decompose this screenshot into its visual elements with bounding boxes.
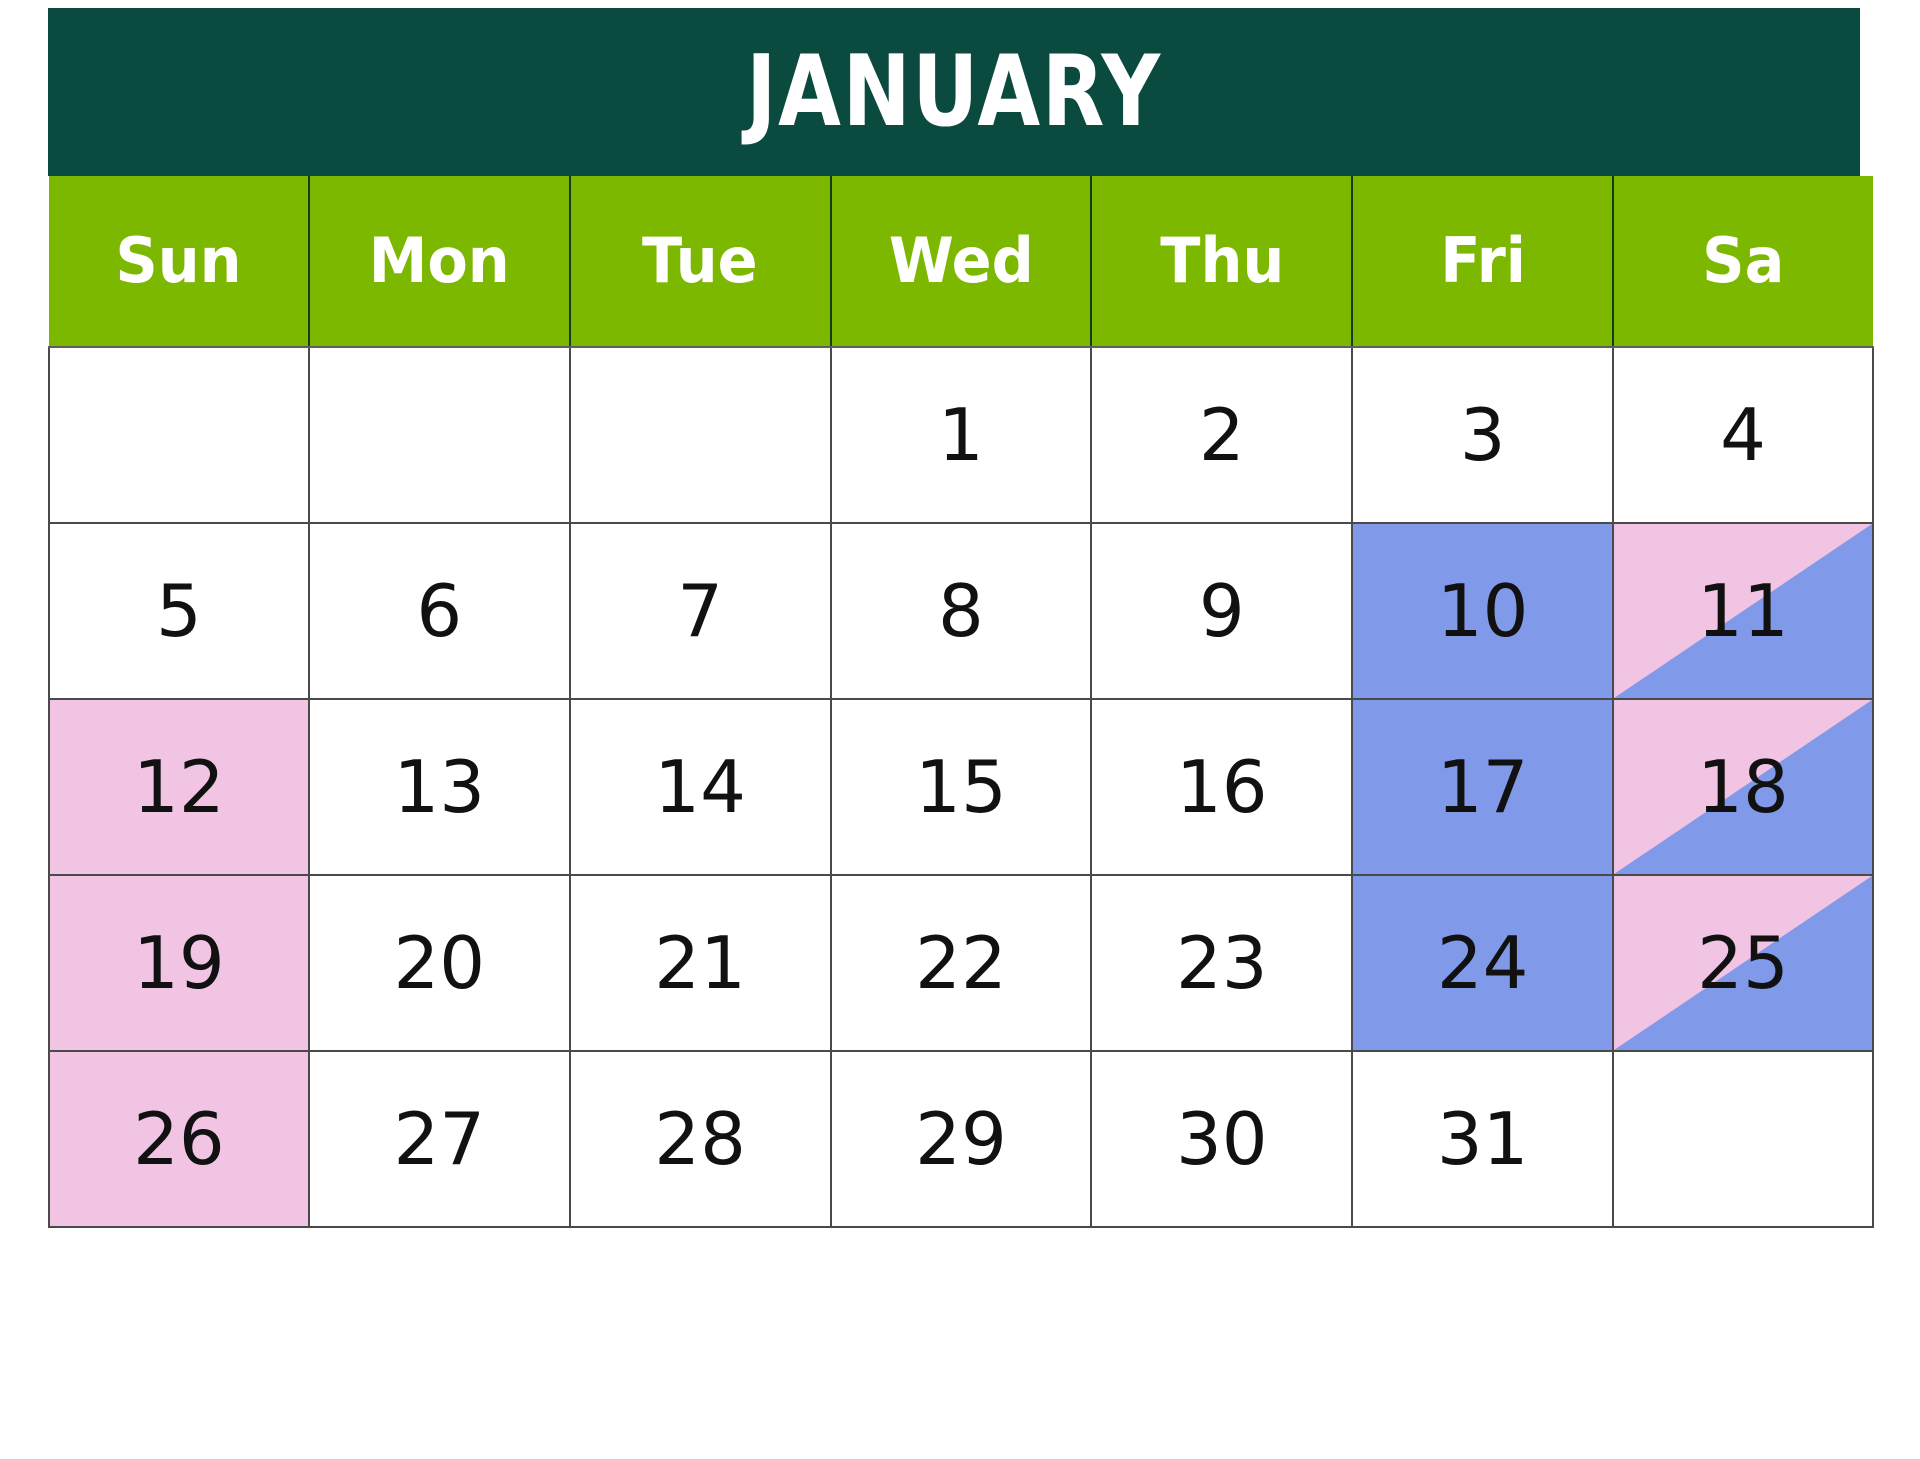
weekday-header-thu: Thu	[1090, 176, 1354, 348]
calendar-day-cell[interactable]: 14	[568, 698, 832, 876]
day-number: 18	[1697, 745, 1789, 829]
day-number: 17	[1436, 745, 1529, 829]
weekday-label: Tue	[642, 224, 758, 297]
day-number: 21	[654, 921, 746, 1005]
weekday-label: Sa	[1702, 224, 1785, 297]
weekday-header-mon: Mon	[307, 176, 571, 348]
weekday-header-sun: Sun	[49, 176, 310, 348]
calendar-day-cell[interactable]: 7	[568, 522, 832, 700]
calendar-day-cell[interactable]: 4	[1612, 346, 1874, 524]
calendar-day-cell[interactable]: 10	[1351, 522, 1615, 700]
day-number: 24	[1436, 921, 1529, 1005]
day-number: 31	[1436, 1097, 1529, 1181]
calendar-week-row: 26 27 28 29 30 31	[48, 1050, 1874, 1228]
weekday-label: Fri	[1439, 224, 1526, 297]
calendar-empty-cell	[568, 346, 832, 524]
calendar-day-cell[interactable]: 25	[1612, 874, 1874, 1052]
calendar-grid: Sun Mon Tue Wed Thu Fri Sa 1 2 3 4 5 6 7 8 9 10 11…	[48, 176, 1874, 1228]
day-number: 26	[133, 1097, 225, 1181]
calendar-day-cell[interactable]: 3	[1351, 346, 1615, 524]
weekday-header-fri: Fri	[1351, 176, 1615, 348]
weekday-header-row: Sun Mon Tue Wed Thu Fri Sa	[49, 176, 1873, 348]
day-number: 14	[654, 745, 746, 829]
calendar-empty-cell	[307, 346, 571, 524]
calendar-empty-cell	[48, 346, 310, 524]
calendar-day-cell[interactable]: 20	[307, 874, 571, 1052]
calendar-day-cell[interactable]: 24	[1351, 874, 1615, 1052]
day-number: 20	[393, 921, 486, 1005]
day-number: 9	[1198, 569, 1245, 653]
calendar-week-row: 5 6 7 8 9 10 11	[48, 522, 1874, 700]
weekday-header-wed: Wed	[829, 176, 1093, 348]
day-number: 28	[654, 1097, 746, 1181]
day-number: 11	[1697, 569, 1789, 653]
calendar-week-row: 12 13 14 15 16 17 18	[48, 698, 1874, 876]
calendar-day-cell[interactable]: 13	[307, 698, 571, 876]
calendar-day-cell[interactable]: 5	[48, 522, 310, 700]
day-number: 25	[1697, 921, 1789, 1005]
day-number: 2	[1198, 393, 1245, 477]
calendar-day-cell[interactable]: 18	[1612, 698, 1874, 876]
day-number: 10	[1436, 569, 1529, 653]
calendar-day-cell[interactable]: 6	[307, 522, 571, 700]
calendar-day-cell[interactable]: 8	[829, 522, 1093, 700]
calendar-day-cell[interactable]: 21	[568, 874, 832, 1052]
day-number: 4	[1720, 393, 1766, 477]
calendar-day-cell[interactable]: 2	[1090, 346, 1354, 524]
calendar-day-cell[interactable]: 12	[48, 698, 310, 876]
calendar-day-cell[interactable]: 22	[829, 874, 1093, 1052]
calendar-day-cell[interactable]: 9	[1090, 522, 1354, 700]
day-number: 22	[915, 921, 1007, 1005]
calendar-week-row: 19 20 21 22 23 24 25	[48, 874, 1874, 1052]
calendar-day-cell[interactable]: 29	[829, 1050, 1093, 1228]
calendar-day-cell[interactable]: 1	[829, 346, 1093, 524]
weekday-header-tue: Tue	[568, 176, 832, 348]
calendar-day-cell[interactable]: 23	[1090, 874, 1354, 1052]
calendar-week-row: 1 2 3 4	[48, 346, 1874, 524]
day-number: 8	[938, 569, 984, 653]
weekday-label: Sun	[115, 224, 242, 297]
calendar-widget: JANUARY Sun Mon Tue Wed Thu Fri Sa 12345…	[48, 8, 1874, 1228]
calendar-day-cell[interactable]: 28	[568, 1050, 832, 1228]
calendar-day-cell[interactable]: 31	[1351, 1050, 1615, 1228]
month-title: JANUARY	[746, 35, 1162, 149]
calendar-title-bar: JANUARY	[48, 8, 1860, 176]
weekday-label: Thu	[1159, 224, 1284, 297]
calendar-day-cell[interactable]: 26	[48, 1050, 310, 1228]
day-number: 29	[915, 1097, 1007, 1181]
day-number: 13	[393, 745, 486, 829]
weekday-label: Wed	[888, 224, 1034, 297]
calendar-day-cell[interactable]: 27	[307, 1050, 571, 1228]
day-number: 12	[133, 745, 225, 829]
calendar-day-cell[interactable]: 11	[1612, 522, 1874, 700]
day-number: 30	[1175, 1097, 1268, 1181]
day-number: 16	[1175, 745, 1268, 829]
day-number: 27	[393, 1097, 486, 1181]
day-number: 23	[1175, 921, 1268, 1005]
calendar-day-cell[interactable]: 16	[1090, 698, 1354, 876]
day-number: 5	[156, 569, 202, 653]
calendar-day-cell[interactable]: 19	[48, 874, 310, 1052]
day-number: 1	[938, 393, 984, 477]
calendar-empty-cell	[1612, 1050, 1874, 1228]
calendar-day-cell[interactable]: 17	[1351, 698, 1615, 876]
day-number: 3	[1459, 393, 1506, 477]
day-number: 15	[915, 745, 1007, 829]
day-number: 19	[133, 921, 225, 1005]
calendar-day-cell[interactable]: 15	[829, 698, 1093, 876]
calendar-day-cell[interactable]: 30	[1090, 1050, 1354, 1228]
day-number: 6	[416, 569, 463, 653]
weekday-label: Mon	[368, 224, 510, 297]
weekday-header-sat: Sa	[1612, 176, 1873, 348]
day-number: 7	[677, 569, 724, 653]
